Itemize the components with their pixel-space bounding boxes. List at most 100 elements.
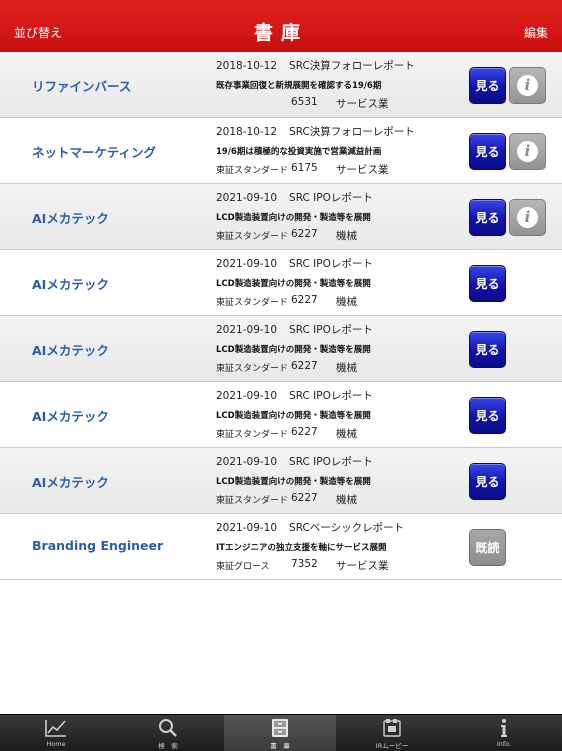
stock-code: 6227 — [291, 228, 318, 240]
stock-code: 6227 — [291, 360, 318, 372]
company-name: Branding Engineer — [32, 538, 164, 553]
sector: 機械 — [336, 296, 357, 308]
stock-info: 東証スタンダード 6227 機械 — [216, 294, 357, 308]
stock-info: 東証スタンダード 6227 機械 — [216, 228, 357, 242]
list-item[interactable]: AIメカテック 2021-09-10 SRC IPOレポート LCD製造装置向けの… — [0, 382, 562, 448]
report-date: 2021-09-10 — [216, 522, 278, 534]
view-button[interactable]: 見る — [469, 331, 506, 368]
report-meta: 2021-09-10 SRCベーシックレポート — [216, 520, 404, 535]
sector: 機械 — [336, 494, 357, 506]
report-headline: LCD製造装置向けの開発・製造等を展開 — [216, 411, 371, 421]
info-button[interactable]: i — [509, 133, 546, 170]
search-icon — [159, 719, 177, 737]
company-name: ネットマーケティング — [32, 145, 157, 160]
report-date: 2021-09-10 — [216, 324, 278, 336]
tab-search[interactable]: 検 索 — [112, 715, 224, 751]
tab-ir-movie[interactable]: IRムービー — [336, 715, 448, 751]
tab-label: Home — [46, 740, 66, 748]
company-name: AIメカテック — [32, 211, 109, 226]
view-button[interactable]: 見る — [469, 199, 506, 236]
report-headline: LCD製造装置向けの開発・製造等を展開 — [216, 279, 371, 289]
cabinet-icon — [272, 719, 288, 737]
view-button[interactable]: 見る — [469, 463, 506, 500]
report-type: SRC IPOレポート — [289, 456, 373, 468]
company-name: AIメカテック — [32, 277, 109, 292]
report-meta: 2021-09-10 SRC IPOレポート — [216, 190, 373, 205]
stock-code: 6227 — [291, 426, 318, 438]
report-headline: 19/6期は積極的な投資実施で営業減益計画 — [216, 147, 382, 157]
company-name: AIメカテック — [32, 343, 109, 358]
market-name: 東証スタンダード — [216, 232, 289, 242]
bottom-tab-bar: Home 検 索 書 庫 IRムービー Info. — [0, 714, 562, 751]
list-item[interactable]: AIメカテック 2021-09-10 SRC IPOレポート LCD製造装置向けの… — [0, 250, 562, 316]
market-name: 東証スタンダード — [216, 430, 289, 440]
report-meta: 2021-09-10 SRC IPOレポート — [216, 256, 373, 271]
report-type: SRC決算フォローレポート — [289, 60, 415, 72]
list-item[interactable]: AIメカテック 2021-09-10 SRC IPOレポート LCD製造装置向けの… — [0, 184, 562, 250]
read-status-button[interactable]: 既読 — [469, 529, 506, 566]
report-headline: LCD製造装置向けの開発・製造等を展開 — [216, 345, 371, 355]
tab-label: Info. — [496, 740, 512, 748]
stock-info: 東証グロース 7352 サービス業 — [216, 558, 389, 572]
report-type: SRC IPOレポート — [289, 258, 373, 270]
view-button[interactable]: 見る — [469, 67, 506, 104]
tab-label: 書 庫 — [270, 742, 290, 750]
market-name: 東証スタンダード — [216, 166, 289, 176]
report-date: 2018-10-12 — [216, 60, 278, 72]
stock-code: 6227 — [291, 294, 318, 306]
report-date: 2018-10-12 — [216, 126, 278, 138]
tab-info[interactable]: Info. — [448, 715, 560, 751]
report-meta: 2021-09-10 SRC IPOレポート — [216, 388, 373, 403]
report-date: 2021-09-10 — [216, 258, 278, 270]
market-name: 東証グロース — [216, 562, 270, 572]
market-name: 東証スタンダード — [216, 298, 289, 308]
stock-code: 7352 — [291, 558, 318, 570]
report-meta: 2018-10-12 SRC決算フォローレポート — [216, 124, 415, 139]
view-button[interactable]: 見る — [469, 397, 506, 434]
list-item[interactable]: AIメカテック 2021-09-10 SRC IPOレポート LCD製造装置向けの… — [0, 316, 562, 382]
info-icon: i — [517, 141, 538, 162]
stock-code: 6227 — [291, 492, 318, 504]
stock-info: 東証スタンダード 6227 機械 — [216, 426, 357, 440]
sector: サービス業 — [336, 98, 389, 110]
market-name: 東証スタンダード — [216, 364, 289, 374]
tab-label: 検 索 — [158, 742, 178, 750]
company-name: AIメカテック — [32, 409, 109, 424]
info-button[interactable]: i — [509, 199, 546, 236]
stock-code: 6175 — [291, 162, 318, 174]
view-button[interactable]: 見る — [469, 265, 506, 302]
chart-icon — [45, 720, 66, 737]
tab-library[interactable]: 書 庫 — [224, 715, 336, 751]
list-item[interactable]: AIメカテック 2021-09-10 SRC IPOレポート LCD製造装置向けの… — [0, 448, 562, 514]
info-icon — [501, 719, 507, 737]
list-item[interactable]: リファインバース 2018-10-12 SRC決算フォローレポート 既存事業回復と… — [0, 52, 562, 118]
film-icon — [383, 719, 401, 737]
sector: 機械 — [336, 428, 357, 440]
report-list: リファインバース 2018-10-12 SRC決算フォローレポート 既存事業回復と… — [0, 52, 562, 580]
report-type: SRCベーシックレポート — [289, 522, 405, 534]
report-headline: LCD製造装置向けの開発・製造等を展開 — [216, 477, 371, 487]
report-headline: LCD製造装置向けの開発・製造等を展開 — [216, 213, 371, 223]
view-button[interactable]: 見る — [469, 133, 506, 170]
stock-info: 東証スタンダード 6227 機械 — [216, 360, 357, 374]
stock-code: 6531 — [291, 96, 318, 108]
tab-label: IRムービー — [375, 742, 409, 750]
company-name: AIメカテック — [32, 475, 109, 490]
report-meta: 2021-09-10 SRC IPOレポート — [216, 322, 373, 337]
top-nav-bar: 並び替え 書庫 編集 — [0, 0, 562, 52]
sector: サービス業 — [336, 560, 389, 572]
list-item[interactable]: ネットマーケティング 2018-10-12 SRC決算フォローレポート 19/6期… — [0, 118, 562, 184]
stock-info: 東証スタンダード 6227 機械 — [216, 492, 357, 506]
report-date: 2021-09-10 — [216, 456, 278, 468]
report-type: SRC IPOレポート — [289, 192, 373, 204]
list-item[interactable]: Branding Engineer 2021-09-10 SRCベーシックレポート… — [0, 514, 562, 580]
edit-button[interactable]: 編集 — [524, 24, 548, 41]
report-type: SRC IPOレポート — [289, 390, 373, 402]
sector: 機械 — [336, 230, 357, 242]
sector: 機械 — [336, 362, 357, 374]
tab-home[interactable]: Home — [0, 715, 112, 751]
report-date: 2021-09-10 — [216, 390, 278, 402]
info-button[interactable]: i — [509, 67, 546, 104]
page-title: 書庫 — [253, 22, 308, 44]
report-headline: 既存事業回復と新規展開を確認する19/6期 — [216, 81, 382, 91]
